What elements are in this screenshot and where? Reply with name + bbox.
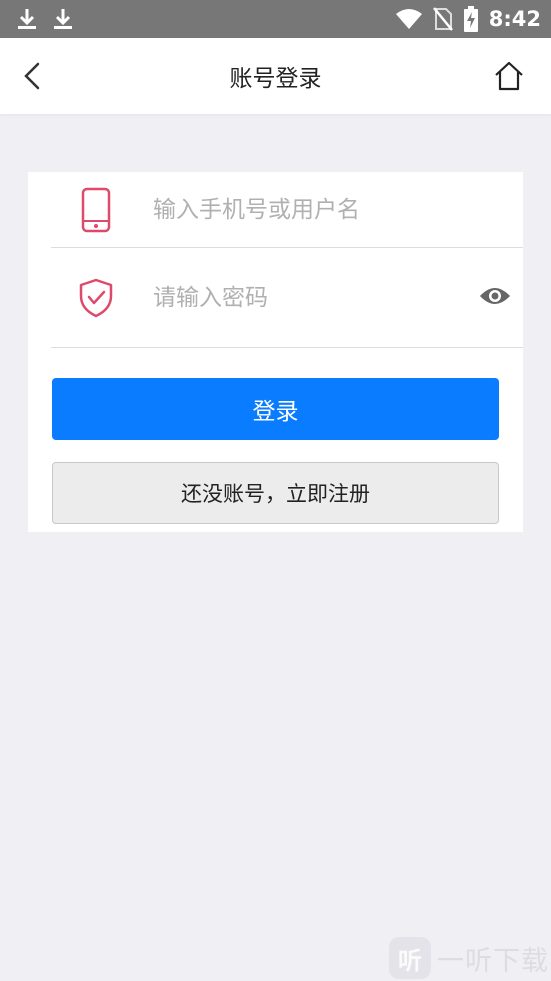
watermark: 听 一听下载	[389, 937, 549, 979]
login-button[interactable]: 登录	[52, 378, 499, 440]
watermark-text: 一听下载	[437, 945, 549, 977]
status-bar: 8:42	[0, 0, 551, 38]
register-button[interactable]: 还没账号，立即注册	[52, 462, 499, 524]
username-input[interactable]	[153, 189, 453, 230]
password-input[interactable]	[153, 277, 453, 318]
status-right-icons: 8:42	[395, 6, 541, 32]
status-time: 8:42	[488, 7, 541, 31]
download-icon	[54, 9, 72, 29]
shield-check-icon	[76, 274, 116, 322]
home-icon[interactable]	[493, 60, 525, 92]
watermark-logo: 听	[389, 937, 431, 979]
password-row	[51, 248, 523, 348]
page-title: 账号登录	[229, 66, 322, 92]
eye-icon[interactable]	[479, 284, 511, 308]
download-icon	[18, 9, 36, 29]
no-sim-icon	[432, 7, 453, 31]
battery-charging-icon	[463, 6, 478, 32]
username-row	[51, 172, 523, 248]
wifi-icon	[395, 9, 422, 29]
phone-icon	[76, 186, 116, 234]
status-left-icons	[16, 7, 74, 31]
login-form: 登录 还没账号，立即注册	[28, 172, 523, 532]
chevron-left-icon[interactable]	[18, 60, 50, 92]
nav-bar: 账号登录	[0, 38, 551, 114]
